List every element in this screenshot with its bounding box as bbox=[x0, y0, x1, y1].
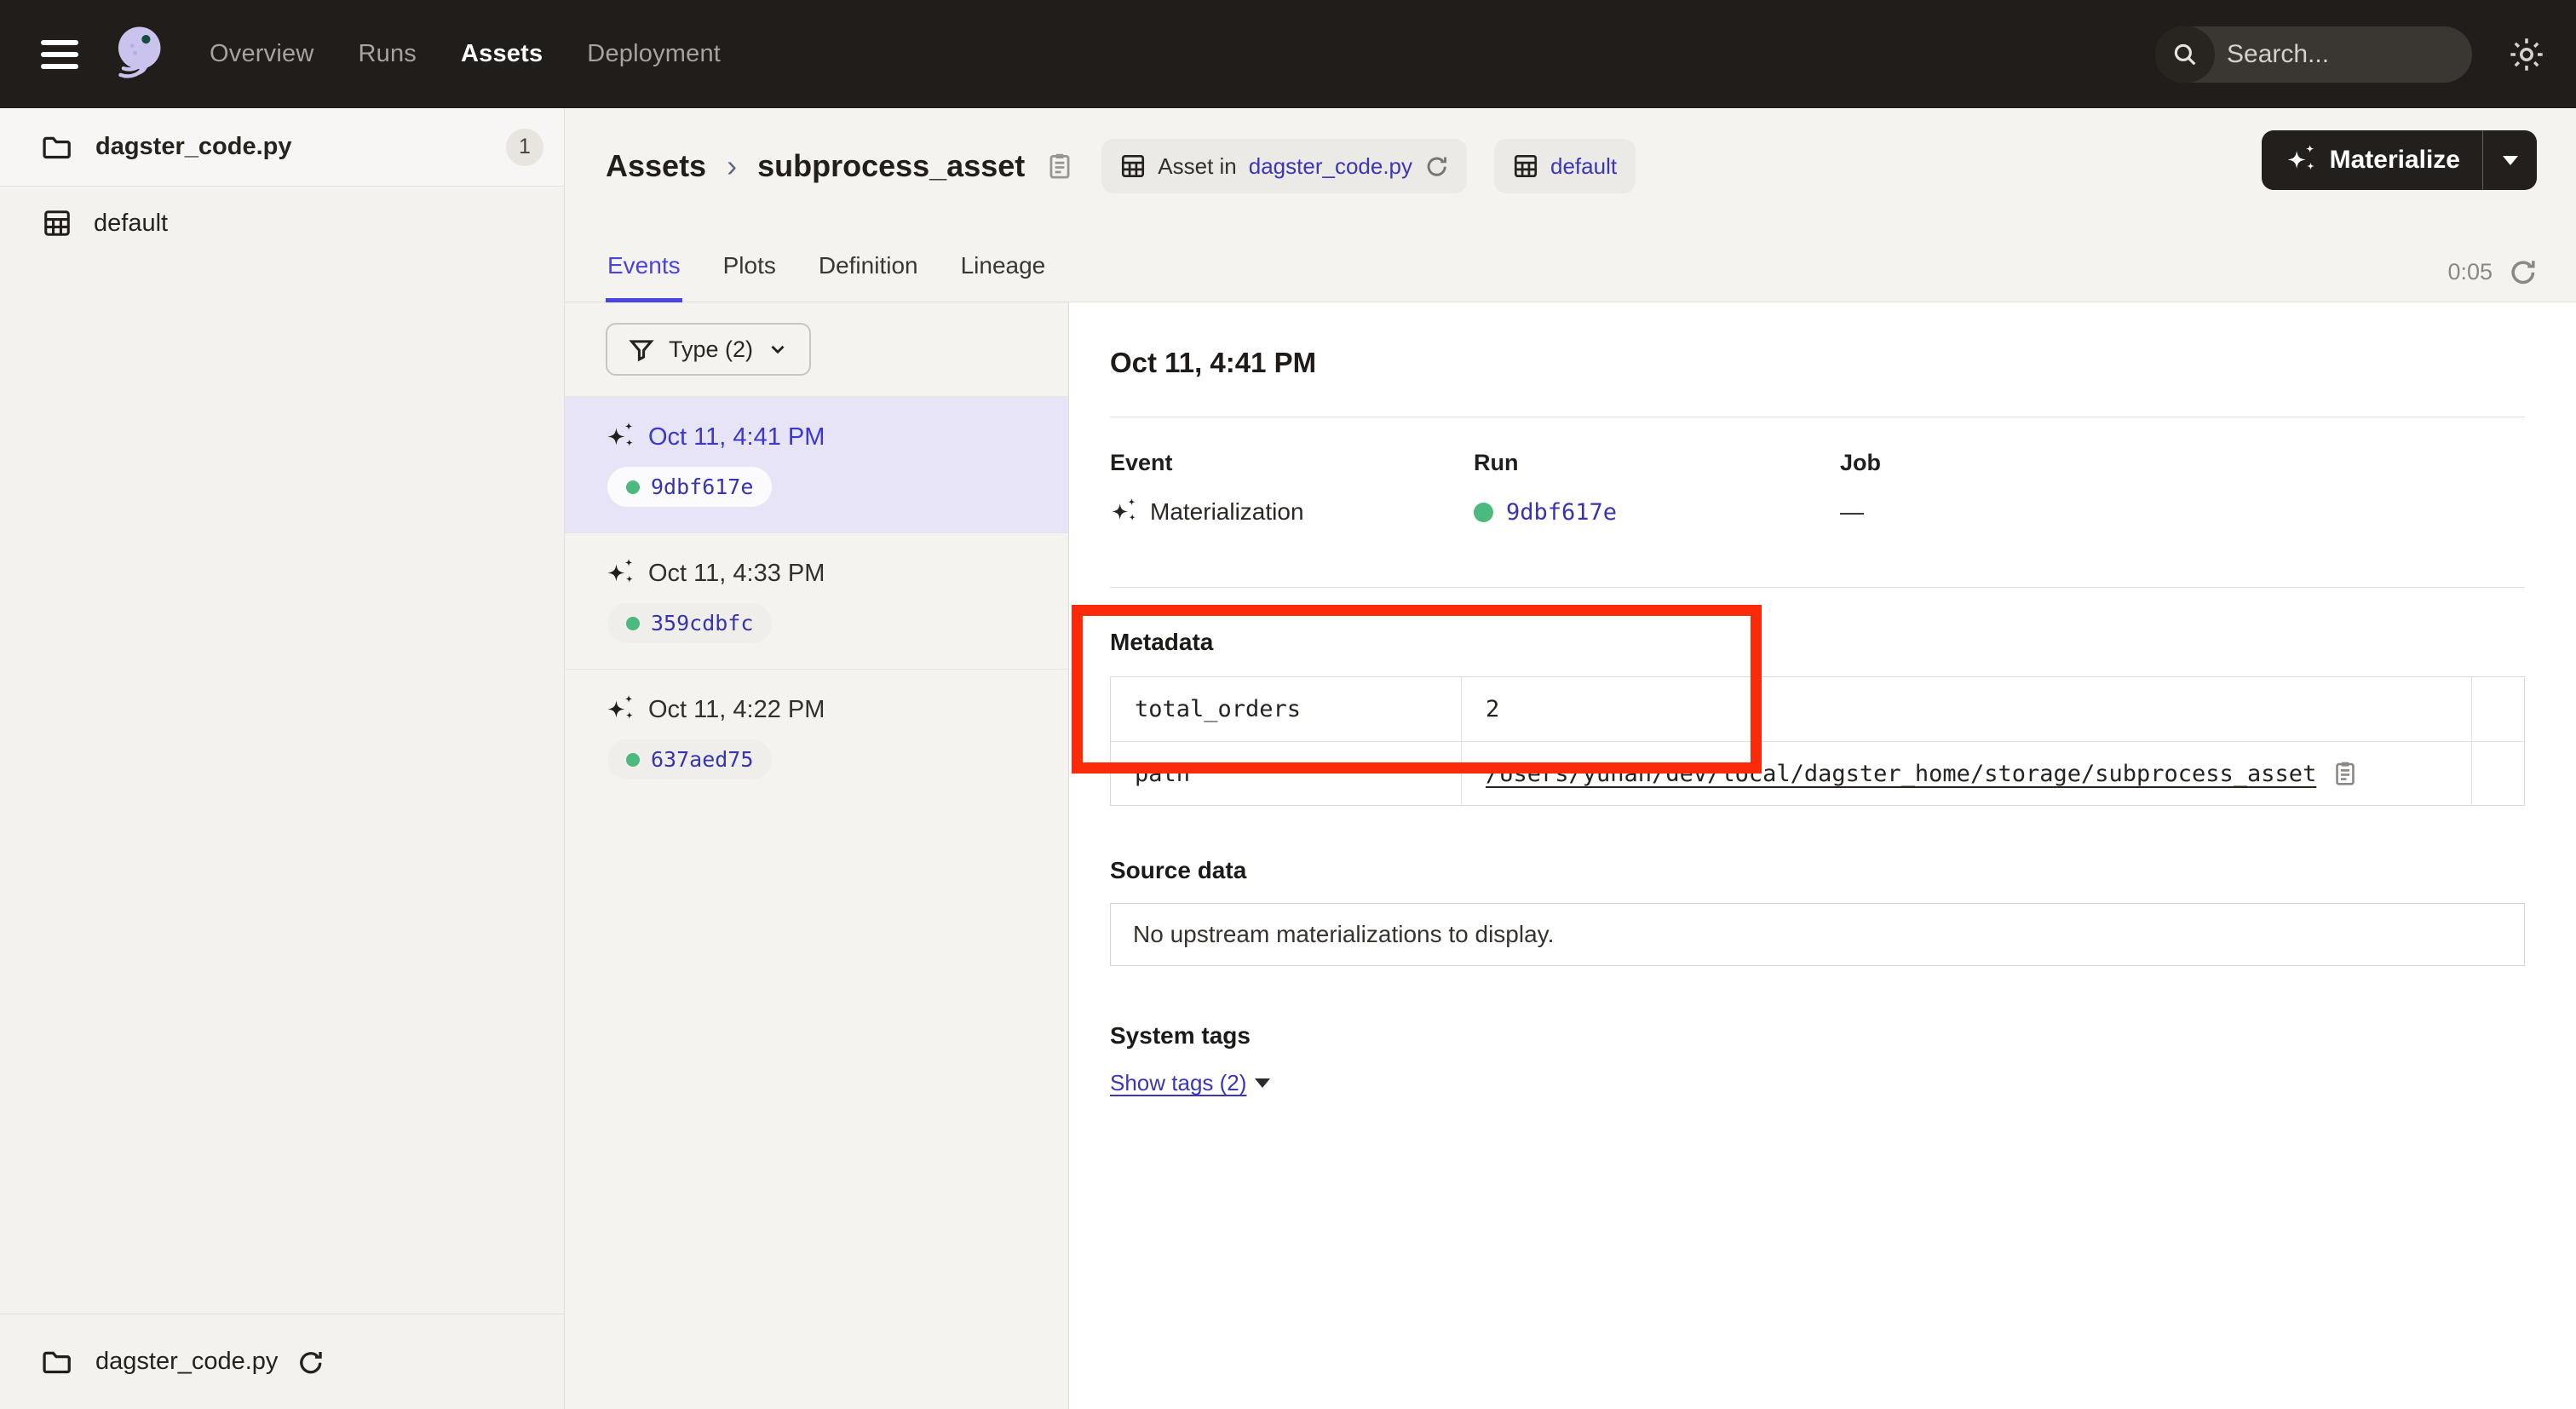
refresh-timer: 0:05 bbox=[2447, 259, 2493, 285]
event-type-value: Materialization bbox=[1150, 498, 1304, 526]
nav-runs[interactable]: Runs bbox=[358, 40, 417, 68]
folder-icon bbox=[41, 1347, 72, 1377]
reload-icon[interactable] bbox=[1424, 154, 1448, 178]
breadcrumb-assets-link[interactable]: Assets bbox=[606, 148, 706, 184]
folder-icon bbox=[41, 132, 72, 163]
gear-icon[interactable] bbox=[2508, 36, 2545, 73]
job-value: — bbox=[1840, 498, 1864, 526]
materialization-icon bbox=[606, 695, 635, 724]
primary-nav: Overview Runs Assets Deployment bbox=[210, 40, 721, 68]
asset-group-link[interactable]: default bbox=[1550, 153, 1617, 180]
chevron-down-icon bbox=[767, 338, 789, 360]
reload-icon[interactable] bbox=[296, 1349, 324, 1376]
run-status-dot bbox=[626, 753, 640, 767]
materialization-icon bbox=[606, 423, 635, 451]
event-summary-grid: Event Run Job Materialization 9dbf617e bbox=[1110, 450, 2525, 526]
copy-path-icon[interactable] bbox=[2332, 760, 2359, 787]
run-status-dot bbox=[626, 480, 640, 494]
show-tags-toggle[interactable]: Show tags (2) bbox=[1110, 1070, 1270, 1096]
materialization-icon bbox=[606, 559, 635, 588]
event-list-item[interactable]: Oct 11, 4:22 PM 637aed75 bbox=[565, 669, 1068, 805]
source-data-heading: Source data bbox=[1110, 857, 2525, 884]
copy-asset-name-icon[interactable] bbox=[1045, 152, 1074, 181]
sidebar-footer-label: dagster_code.py bbox=[95, 1348, 278, 1376]
materialize-button[interactable]: Materialize bbox=[2262, 130, 2537, 190]
search-input[interactable] bbox=[2215, 40, 2472, 69]
dagster-logo-icon[interactable] bbox=[102, 19, 174, 90]
metadata-heading: Metadata bbox=[1110, 629, 2525, 656]
materialize-dropdown-caret[interactable] bbox=[2482, 130, 2537, 190]
run-id-pill[interactable]: 9dbf617e bbox=[607, 467, 772, 507]
nav-deployment[interactable]: Deployment bbox=[587, 40, 721, 68]
event-list-item[interactable]: Oct 11, 4:41 PM 9dbf617e bbox=[565, 396, 1068, 532]
event-timestamp-link[interactable]: Oct 11, 4:41 PM bbox=[648, 423, 825, 451]
materialization-icon bbox=[1110, 498, 1137, 526]
event-detail-panel: Oct 11, 4:41 PM Event Run Job Materializ… bbox=[1069, 302, 2576, 1409]
asset-groups-sidebar: dagster_code.py 1 default dagster_code.p… bbox=[0, 108, 565, 1409]
tab-definition[interactable]: Definition bbox=[817, 252, 920, 302]
asset-header: Assets › subprocess_asset Asset in dagst… bbox=[565, 108, 2576, 302]
asset-group-icon bbox=[1513, 153, 1538, 179]
sidebar-footer-code-location[interactable]: dagster_code.py bbox=[0, 1314, 564, 1409]
metadata-key: path bbox=[1111, 742, 1462, 805]
grid-icon bbox=[1120, 153, 1146, 179]
search-bar[interactable]: / bbox=[2155, 26, 2472, 83]
asset-group-badge[interactable]: default bbox=[1494, 139, 1636, 193]
event-timestamp-link[interactable]: Oct 11, 4:33 PM bbox=[648, 560, 825, 588]
badge-prefix: Asset in bbox=[1158, 153, 1237, 180]
dagster-asset-page: Overview Runs Assets Deployment / bbox=[0, 0, 2576, 1409]
metadata-row: total_orders 2 bbox=[1111, 677, 2524, 741]
sidebar-item-code-location[interactable]: dagster_code.py 1 bbox=[0, 108, 564, 187]
run-column-header: Run bbox=[1474, 450, 1840, 476]
tab-events[interactable]: Events bbox=[606, 252, 682, 302]
metadata-path-link[interactable]: /Users/yuhan/dev/local/dagster_home/stor… bbox=[1486, 761, 2316, 787]
tab-plots[interactable]: Plots bbox=[722, 252, 778, 302]
breadcrumb: Assets › subprocess_asset Asset in dagst… bbox=[606, 139, 1636, 193]
source-data-empty-state: No upstream materializations to display. bbox=[1110, 903, 2525, 966]
code-location-link[interactable]: dagster_code.py bbox=[1249, 153, 1412, 180]
job-column-header: Job bbox=[1840, 450, 2525, 476]
search-icon bbox=[2155, 26, 2215, 83]
metadata-table: total_orders 2 path /Users/yuhan/dev/loc… bbox=[1110, 676, 2525, 806]
run-id-pill[interactable]: 637aed75 bbox=[607, 739, 772, 779]
event-list-item[interactable]: Oct 11, 4:33 PM 359cdbfc bbox=[565, 532, 1068, 669]
nav-overview[interactable]: Overview bbox=[210, 40, 313, 68]
caret-down-icon bbox=[2503, 156, 2518, 165]
metadata-row: path /Users/yuhan/dev/local/dagster_home… bbox=[1111, 741, 2524, 805]
run-id-pill[interactable]: 359cdbfc bbox=[607, 603, 772, 643]
sidebar-item-label: dagster_code.py bbox=[95, 133, 291, 161]
run-id-link[interactable]: 9dbf617e bbox=[1506, 499, 1617, 526]
top-navigation: Overview Runs Assets Deployment / bbox=[0, 0, 2576, 108]
run-status-dot bbox=[626, 617, 640, 630]
refresh-icon[interactable] bbox=[2508, 257, 2537, 286]
caret-down-icon bbox=[1255, 1078, 1270, 1088]
sidebar-item-label: default bbox=[94, 210, 168, 238]
materialize-sparkle-icon bbox=[2286, 145, 2316, 175]
run-status-dot bbox=[1474, 503, 1493, 522]
event-list-panel: Type (2) Oct 11, 4:41 PM bbox=[565, 302, 1069, 1409]
asset-group-icon bbox=[43, 209, 72, 238]
tab-lineage[interactable]: Lineage bbox=[959, 252, 1048, 302]
event-column-header: Event bbox=[1110, 450, 1474, 476]
type-filter-button[interactable]: Type (2) bbox=[606, 323, 811, 376]
asset-count-badge: 1 bbox=[506, 129, 543, 166]
asset-tabs: Events Plots Definition Lineage bbox=[606, 252, 1047, 302]
metadata-value: 2 bbox=[1486, 696, 1499, 722]
event-detail-title: Oct 11, 4:41 PM bbox=[1110, 347, 2525, 379]
filter-funnel-icon bbox=[628, 336, 655, 363]
main-content: Assets › subprocess_asset Asset in dagst… bbox=[565, 108, 2576, 1409]
sidebar-item-default-group[interactable]: default bbox=[0, 187, 564, 260]
system-tags-heading: System tags bbox=[1110, 1022, 2525, 1050]
metadata-key: total_orders bbox=[1111, 677, 1462, 741]
page-title: subprocess_asset bbox=[757, 148, 1025, 184]
code-location-badge: Asset in dagster_code.py bbox=[1101, 139, 1467, 193]
event-timestamp-link[interactable]: Oct 11, 4:22 PM bbox=[648, 696, 825, 724]
nav-assets[interactable]: Assets bbox=[461, 40, 543, 68]
breadcrumb-separator: › bbox=[725, 148, 739, 184]
menu-icon[interactable] bbox=[41, 40, 78, 69]
